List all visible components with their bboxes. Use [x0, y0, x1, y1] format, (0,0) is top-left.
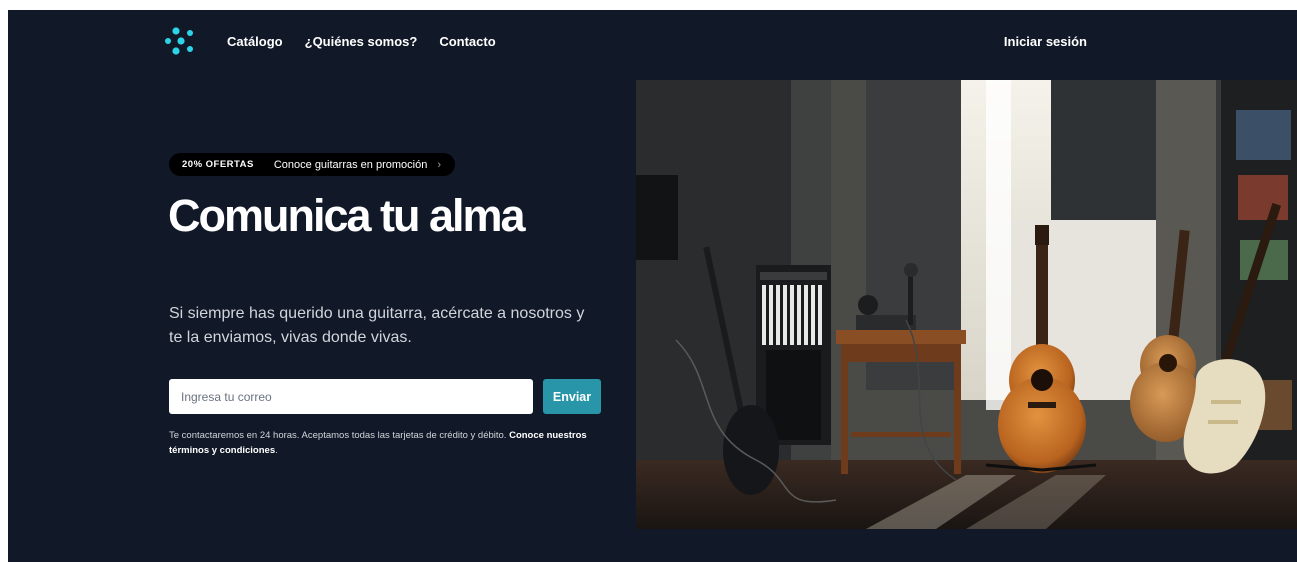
brand-logo-icon[interactable]	[163, 24, 197, 58]
login-link[interactable]: Iniciar sesión	[1004, 34, 1087, 49]
notice-text: Te contactaremos en 24 horas. Aceptamos …	[169, 430, 507, 441]
nav-link-contacto[interactable]: Contacto	[439, 34, 495, 49]
email-input[interactable]	[169, 379, 533, 414]
nav-link-catalogo[interactable]: Catálogo	[227, 34, 283, 49]
promo-text: Conoce guitarras en promoción	[273, 158, 428, 171]
contact-notice: Te contactaremos en 24 horas. Aceptamos …	[169, 428, 609, 458]
landing-page: Catálogo ¿Quiénes somos? Contacto Inicia…	[8, 10, 1297, 562]
promo-banner[interactable]: 20% OFERTAS Conoce guitarras en promoció…	[169, 153, 455, 176]
top-navigation: Catálogo ¿Quiénes somos? Contacto Inicia…	[8, 10, 1297, 72]
hero-photo	[636, 80, 1297, 529]
send-button[interactable]: Enviar	[543, 379, 601, 414]
nav-links: Catálogo ¿Quiénes somos? Contacto	[227, 34, 496, 49]
nav-link-quienes-somos[interactable]: ¿Quiénes somos?	[305, 34, 418, 49]
chevron-right-icon: ›	[437, 158, 441, 171]
promo-tag: 20% OFERTAS	[182, 159, 254, 170]
hero-subtitle: Si siempre has querido una guitarra, acé…	[169, 305, 585, 346]
terms-suffix: .	[275, 445, 278, 456]
hero-headline: Comunica tu alma	[168, 190, 526, 241]
